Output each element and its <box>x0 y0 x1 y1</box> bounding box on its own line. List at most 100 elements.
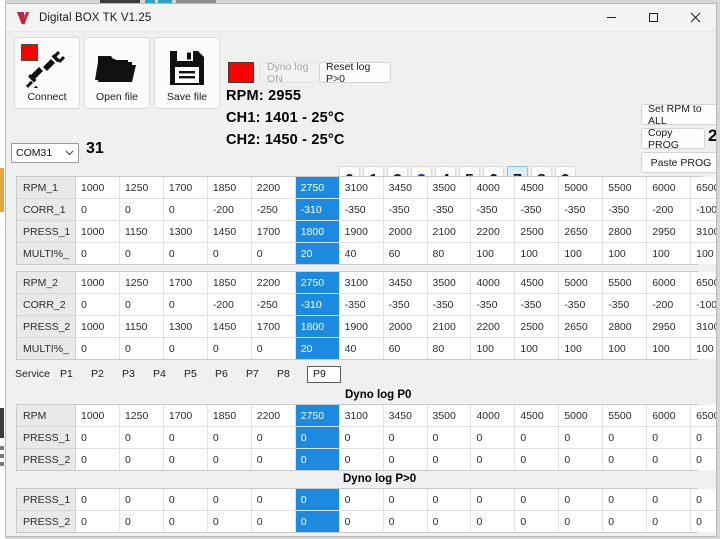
grid-cell[interactable]: 0 <box>163 293 208 316</box>
grid-cell[interactable]: 0 <box>646 510 692 532</box>
grid-cell[interactable]: 3500 <box>427 405 472 427</box>
grid-cell[interactable]: -310 <box>295 293 340 316</box>
grid-cell[interactable]: 0 <box>119 293 164 316</box>
grid-cell[interactable]: 0 <box>339 489 384 511</box>
grid-cell[interactable]: 0 <box>207 242 252 264</box>
grid-cell[interactable]: 2750 <box>295 405 340 427</box>
grid-cell[interactable]: 0 <box>339 426 384 449</box>
grid-cell[interactable]: 0 <box>207 426 252 449</box>
grid-cell[interactable]: -200 <box>646 198 692 221</box>
grid-cell[interactable]: 1900 <box>339 315 384 338</box>
grid-cell[interactable]: -350 <box>602 293 648 316</box>
grid-cell[interactable]: 60 <box>383 242 428 264</box>
tab-p8[interactable]: P8 <box>276 368 307 380</box>
grid-cell[interactable]: 0 <box>295 426 340 449</box>
grid-cell[interactable]: 0 <box>383 489 428 511</box>
connect-button[interactable]: Connect <box>14 37 80 109</box>
grid-cell[interactable]: 0 <box>163 448 208 470</box>
grid-cell[interactable]: -250 <box>251 293 296 316</box>
grid-cell[interactable]: -350 <box>558 293 604 316</box>
set-rpm-to-all-button[interactable]: Set RPM to ALL <box>641 103 716 127</box>
grid-cell[interactable]: 0 <box>690 489 716 511</box>
grid-cell[interactable]: 0 <box>163 426 208 449</box>
grid-cell[interactable]: 0 <box>602 426 648 449</box>
grid-cell[interactable]: 1000 <box>75 405 120 427</box>
grid-cell[interactable]: -350 <box>383 198 428 221</box>
grid-cell[interactable]: 3100 <box>690 315 716 338</box>
grid-cell[interactable]: -350 <box>558 198 604 221</box>
grid-cell[interactable]: 1300 <box>163 220 208 243</box>
grid-cell[interactable]: 2200 <box>251 405 296 427</box>
grid-cell[interactable]: 1150 <box>119 315 164 338</box>
grid-cell[interactable]: 1300 <box>163 315 208 338</box>
grid-cell[interactable]: 5500 <box>602 177 648 199</box>
grid-cell[interactable]: 20 <box>295 337 340 359</box>
grid-cell[interactable]: 0 <box>339 448 384 470</box>
grid-cell[interactable]: 0 <box>119 510 164 532</box>
grid-cell[interactable]: 0 <box>690 510 716 532</box>
grid-cell[interactable]: 0 <box>207 448 252 470</box>
grid-cell[interactable]: 0 <box>119 489 164 511</box>
grid-cell[interactable]: 3100 <box>690 220 716 243</box>
open-file-button[interactable]: Open file <box>84 37 150 109</box>
grid-cell[interactable]: 0 <box>119 448 164 470</box>
grid-cell[interactable]: 4500 <box>514 405 560 427</box>
grid-cell[interactable]: 2650 <box>558 315 604 338</box>
grid-cell[interactable]: 0 <box>427 489 472 511</box>
grid-cell[interactable]: 100 <box>602 242 648 264</box>
grid-cell[interactable]: 0 <box>295 448 340 470</box>
grid-cell[interactable]: 0 <box>558 510 604 532</box>
grid-cell[interactable]: 1450 <box>207 315 252 338</box>
tab-p9[interactable]: P9 <box>307 365 341 383</box>
grid-cell[interactable]: 0 <box>470 489 516 511</box>
minimize-icon[interactable] <box>590 4 632 31</box>
grid-cell[interactable]: 0 <box>75 293 120 316</box>
grid-cell[interactable]: 0 <box>690 426 716 449</box>
grid-cell[interactable]: -350 <box>514 198 560 221</box>
grid-cell[interactable]: 2200 <box>470 315 516 338</box>
grid-cell[interactable]: 2950 <box>646 315 692 338</box>
grid-cell[interactable]: 4000 <box>470 177 516 199</box>
grid-cell[interactable]: 5000 <box>558 272 604 294</box>
grid-cell[interactable]: 1800 <box>295 315 340 338</box>
grid-cell[interactable]: 6500 <box>690 405 716 427</box>
grid-cell[interactable]: 2800 <box>602 315 648 338</box>
grid-cell[interactable]: 100 <box>558 242 604 264</box>
grid-cell[interactable]: 0 <box>75 198 120 221</box>
grid-cell[interactable]: 40 <box>339 337 384 359</box>
save-file-button[interactable]: Save file <box>154 37 220 109</box>
grid-cell[interactable]: 5000 <box>558 177 604 199</box>
tab-p2[interactable]: P2 <box>90 368 121 380</box>
grid-cell[interactable]: 2200 <box>251 177 296 199</box>
grid-cell[interactable]: 100 <box>514 337 560 359</box>
grid-cell[interactable]: 1700 <box>163 405 208 427</box>
grid-cell[interactable]: 2000 <box>383 220 428 243</box>
grid-cell[interactable]: 2750 <box>295 272 340 294</box>
grid-cell[interactable]: 0 <box>251 242 296 264</box>
grid-cell[interactable]: 0 <box>383 448 428 470</box>
grid-cell[interactable]: 1250 <box>119 272 164 294</box>
grid-cell[interactable]: 0 <box>75 426 120 449</box>
grid-cell[interactable]: 60 <box>383 337 428 359</box>
grid-cell[interactable]: 1000 <box>75 315 120 338</box>
grid-cell[interactable]: -350 <box>470 198 516 221</box>
grid-cell[interactable]: 0 <box>427 448 472 470</box>
grid-cell[interactable]: -350 <box>602 198 648 221</box>
grid-cell[interactable]: 1850 <box>207 405 252 427</box>
grid-cell[interactable]: 3450 <box>383 272 428 294</box>
grid-cell[interactable]: 1800 <box>295 220 340 243</box>
grid-cell[interactable]: 20 <box>295 242 340 264</box>
grid-cell[interactable]: -250 <box>251 198 296 221</box>
grid-cell[interactable]: 1700 <box>163 177 208 199</box>
reset-log-button[interactable]: Reset log P>0 <box>319 61 391 85</box>
grid-cell[interactable]: 0 <box>163 489 208 511</box>
grid-cell[interactable]: 0 <box>558 426 604 449</box>
grid-cell[interactable]: 0 <box>119 198 164 221</box>
grid-cell[interactable]: 0 <box>646 426 692 449</box>
grid-cell[interactable]: -200 <box>207 198 252 221</box>
grid-cell[interactable]: 3100 <box>339 405 384 427</box>
grid-cell[interactable]: 1000 <box>75 220 120 243</box>
grid-cell[interactable]: 0 <box>690 448 716 470</box>
grid-cell[interactable]: 1850 <box>207 272 252 294</box>
grid-cell[interactable]: 2100 <box>427 220 472 243</box>
